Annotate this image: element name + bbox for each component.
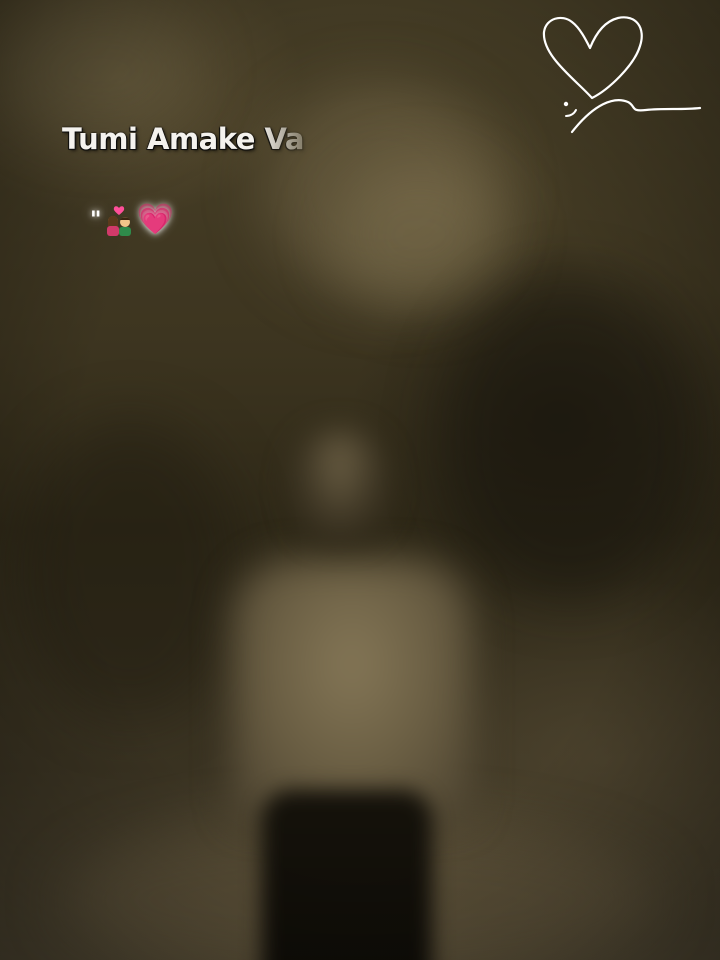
bokeh-shadow bbox=[440, 280, 700, 600]
person-legs bbox=[262, 790, 432, 960]
bokeh-foliage bbox=[0, 0, 200, 140]
bokeh-foliage bbox=[330, 160, 510, 310]
couple-with-heart-icon bbox=[104, 204, 134, 236]
quote-mark: " bbox=[90, 207, 102, 233]
bokeh-shadow bbox=[20, 420, 240, 720]
heart-line-icon bbox=[542, 16, 702, 134]
pink-heart-icon: 💗 bbox=[136, 202, 174, 237]
emoji-caption: " 💗 bbox=[90, 204, 174, 236]
person-head bbox=[292, 430, 388, 540]
person-torso bbox=[232, 560, 472, 820]
lyric-text: Tumi Amake Va bbox=[62, 122, 304, 156]
video-frame: Tumi Amake Va " 💗 bbox=[0, 0, 720, 960]
